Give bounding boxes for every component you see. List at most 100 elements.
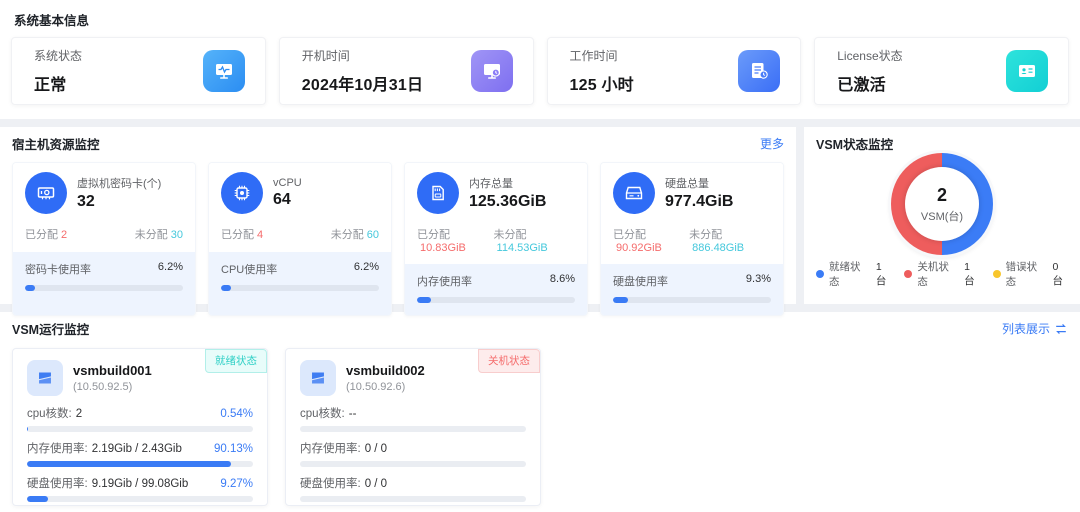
metric-label: 硬盘使用率: <box>300 478 361 490</box>
usage-percent: 8.6% <box>550 273 575 289</box>
vsm-ip: (10.50.92.5) <box>73 381 152 393</box>
metric-progress-fill <box>27 496 48 502</box>
allocated-label: 已分配 <box>25 229 58 241</box>
middle-section: 宿主机资源监控 更多 虚拟机密码卡(个) 32 <box>0 127 1080 304</box>
metric-progress-fill <box>27 461 231 467</box>
metric-value: 0 / 0 <box>365 443 387 455</box>
usage-percent: 6.2% <box>158 261 183 277</box>
off-dot-icon <box>904 270 912 278</box>
legend-count: 1台 <box>876 261 892 288</box>
vsm-logo-icon <box>27 360 63 396</box>
vsm-run-cards: 就绪状态 vsmbuild001 (10.50.92.5) cpu核数:2 0.… <box>12 348 1068 506</box>
system-info-cards: 系统状态 正常 开机时间 2024年10月31日 工作时间 125 小时 <box>11 37 1069 105</box>
resource-name: 内存总量 <box>469 175 546 191</box>
status-badge: 关机状态 <box>478 349 540 373</box>
more-link[interactable]: 更多 <box>760 135 784 152</box>
vsm-status-title: VSM状态监控 <box>816 134 1068 153</box>
status-badge: 就绪状态 <box>205 349 267 373</box>
legend-count: 1台 <box>964 261 980 288</box>
system-info-section: 系统基本信息 系统状态 正常 开机时间 2024年10月31日 工作时间 125 <box>0 0 1080 119</box>
resource-name: 硬盘总量 <box>665 175 733 191</box>
card-value: 125 小时 <box>570 71 634 95</box>
vsm-count: 2 <box>937 185 947 206</box>
list-view-toggle[interactable]: 列表展示 <box>1002 320 1068 337</box>
allocated-value: 10.83GiB <box>420 242 466 254</box>
metric-progress-bar <box>27 426 253 432</box>
board-clock-icon <box>738 50 780 92</box>
error-dot-icon <box>993 270 1001 278</box>
usage-label: 密码卡使用率 <box>25 261 91 277</box>
id-card-icon <box>1006 50 1048 92</box>
metric-progress-fill <box>27 426 28 432</box>
resource-name: vCPU <box>273 177 302 189</box>
free-label: 未分配 <box>135 229 168 241</box>
vsm-status-panel: VSM状态监控 2 VSM(台) 就绪状态 1台 关机状态 1台 <box>804 127 1080 304</box>
metric-progress-bar <box>300 426 526 432</box>
metric-percent: 90.13% <box>214 443 253 455</box>
resource-total: 977.4GiB <box>665 193 733 211</box>
legend-count: 0台 <box>1052 261 1068 288</box>
cpu-icon <box>221 172 263 214</box>
free-value: 886.48GiB <box>692 242 744 254</box>
resource-cards: 虚拟机密码卡(个) 32 已分配2 未分配30 密码卡使用率 6.2% <box>12 162 784 316</box>
host-resource-title: 宿主机资源监控 <box>12 134 100 153</box>
vsm-run-title: VSM运行监控 <box>12 319 89 338</box>
usage-label: CPU使用率 <box>221 261 277 277</box>
metric-label: 硬盘使用率: <box>27 478 88 490</box>
metric-label: 内存使用率: <box>300 443 361 455</box>
vsm-card-vsmbuild001[interactable]: 就绪状态 vsmbuild001 (10.50.92.5) cpu核数:2 0.… <box>12 348 268 506</box>
card-label: License状态 <box>837 47 902 64</box>
metric-value: -- <box>349 408 357 420</box>
usage-label: 内存使用率 <box>417 273 472 289</box>
license-status-card: License状态 已激活 <box>814 37 1069 105</box>
vsm-name: vsmbuild002 <box>346 363 425 378</box>
allocated-value: 2 <box>61 229 67 241</box>
memory-resource: 内存总量 125.36GiB 已分配10.83GiB 未分配114.53GiB … <box>404 162 588 316</box>
disk-resource: 硬盘总量 977.4GiB 已分配90.92GiB 未分配886.48GiB 硬… <box>600 162 784 316</box>
free-value: 114.53GiB <box>497 242 548 254</box>
vsm-card-vsmbuild002[interactable]: 关机状态 vsmbuild002 (10.50.92.6) cpu核数: -- <box>285 348 541 506</box>
boot-time-card: 开机时间 2024年10月31日 <box>279 37 534 105</box>
card-value: 已激活 <box>837 71 902 95</box>
metric-percent: 0.54% <box>220 408 253 420</box>
allocated-label: 已分配 <box>417 229 450 241</box>
resource-total: 32 <box>77 193 161 211</box>
legend-item-error: 错误状态 0台 <box>993 259 1068 289</box>
free-value: 30 <box>171 229 183 241</box>
usage-progress-fill <box>221 285 231 291</box>
vsm-name: vsmbuild001 <box>73 363 152 378</box>
legend-label: 关机状态 <box>917 259 957 289</box>
host-resource-panel: 宿主机资源监控 更多 虚拟机密码卡(个) 32 <box>0 127 796 304</box>
allocated-value: 4 <box>257 229 263 241</box>
allocated-value: 90.92GiB <box>616 242 662 254</box>
monitor-clock-icon <box>471 50 513 92</box>
free-label: 未分配 <box>331 229 364 241</box>
card-value: 2024年10月31日 <box>302 71 423 95</box>
system-status-card: 系统状态 正常 <box>11 37 266 105</box>
free-label: 未分配 <box>494 229 527 241</box>
metric-label: cpu核数: <box>300 408 345 420</box>
vsm-ip: (10.50.92.6) <box>346 381 425 393</box>
vsm-logo-icon <box>300 360 336 396</box>
legend-label: 错误状态 <box>1006 259 1046 289</box>
memory-usage-metric: 内存使用率: 0 / 0 <box>300 440 526 467</box>
allocated-label: 已分配 <box>221 229 254 241</box>
metric-value: 2.19Gib / 2.43Gib <box>92 443 182 455</box>
memory-usage-metric: 内存使用率: 2.19Gib / 2.43Gib 90.13% <box>27 440 253 467</box>
metric-value: 0 / 0 <box>365 478 387 490</box>
usage-label: 硬盘使用率 <box>613 273 668 289</box>
usage-progress-bar <box>417 297 575 303</box>
usage-progress-fill <box>613 297 628 303</box>
monitor-pulse-icon <box>203 50 245 92</box>
metric-label: 内存使用率: <box>27 443 88 455</box>
card-value: 正常 <box>34 71 82 95</box>
work-time-card: 工作时间 125 小时 <box>547 37 802 105</box>
memory-icon <box>417 172 459 214</box>
vsm-run-section: VSM运行监控 列表展示 就绪状态 vsmbuild001 (10.50.92.… <box>0 312 1080 512</box>
vsm-unit-label: VSM(台) <box>921 208 963 224</box>
card-label: 开机时间 <box>302 47 423 64</box>
vsm-donut-center: 2 VSM(台) <box>905 167 979 241</box>
usage-percent: 6.2% <box>354 261 379 277</box>
metric-percent: 9.27% <box>220 478 253 490</box>
usage-progress-bar <box>221 285 379 291</box>
